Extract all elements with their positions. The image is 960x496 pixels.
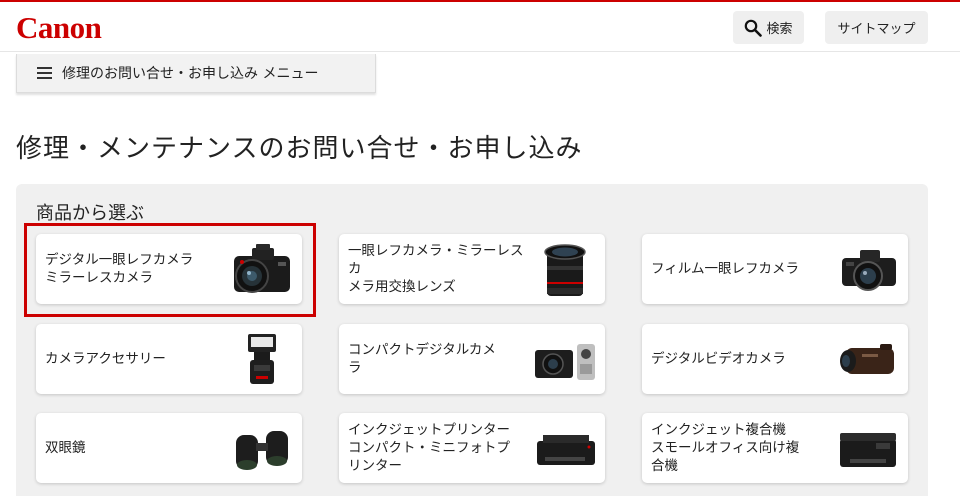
dslr-camera-icon	[230, 242, 294, 298]
film-camera-icon	[836, 242, 900, 298]
binoculars-icon	[230, 421, 294, 477]
product-card-inkjet-multifunction[interactable]: インクジェット複合機 スモールオフィス向け複 合機	[642, 413, 908, 483]
product-card-label: コンパクトデジタルカメ ラ	[348, 342, 496, 376]
multifunction-printer-icon	[836, 421, 900, 477]
search-icon	[745, 19, 763, 37]
product-card-label: フィルム一眼レフカメラ	[651, 261, 799, 277]
repair-menu-label: 修理のお問い合せ・お申し込み メニュー	[62, 66, 319, 82]
section-heading: 商品から選ぶ	[36, 203, 144, 224]
product-card-label: 双眼鏡	[45, 440, 86, 456]
product-card-interchangeable-lens[interactable]: 一眼レフカメラ・ミラーレスカ メラ用交換レンズ	[339, 234, 605, 304]
product-card-label: インクジェット複合機 スモールオフィス向け複 合機	[651, 422, 800, 474]
product-card-film-slr[interactable]: フィルム一眼レフカメラ	[642, 234, 908, 304]
flash-icon	[230, 332, 294, 388]
product-card-label: デジタル一眼レフカメラ ミラーレスカメラ	[45, 252, 194, 286]
hamburger-icon	[37, 67, 52, 79]
product-card-compact-digital[interactable]: コンパクトデジタルカメ ラ	[339, 324, 605, 394]
product-card-inkjet-printer[interactable]: インクジェットプリンター コンパクト・ミニフォトプ リンター	[339, 413, 605, 483]
product-card-label: カメラアクセサリー	[45, 351, 166, 367]
video-camera-icon	[836, 332, 900, 388]
canon-logo[interactable]: Canon	[16, 10, 102, 46]
page-title: 修理・メンテナンスのお問い合せ・お申し込み	[16, 134, 583, 164]
product-card-label: デジタルビデオカメラ	[651, 351, 786, 367]
printer-icon	[533, 421, 597, 477]
lens-icon	[533, 242, 597, 298]
compact-camera-icon	[533, 332, 597, 388]
repair-menu-button[interactable]: 修理のお問い合せ・お申し込み メニュー	[16, 54, 376, 93]
sitemap-button[interactable]: サイトマップ	[825, 11, 928, 44]
product-card-label: インクジェットプリンター コンパクト・ミニフォトプ リンター	[348, 422, 510, 474]
search-button[interactable]: 検索	[733, 11, 804, 44]
product-card-label: 一眼レフカメラ・ミラーレスカ メラ用交換レンズ	[348, 243, 524, 295]
product-card-dslr-mirrorless[interactable]: デジタル一眼レフカメラ ミラーレスカメラ	[36, 234, 302, 304]
product-card-camera-accessories[interactable]: カメラアクセサリー	[36, 324, 302, 394]
search-button-label: 検索	[766, 22, 793, 37]
product-card-binoculars[interactable]: 双眼鏡	[36, 413, 302, 483]
product-card-digital-video[interactable]: デジタルビデオカメラ	[642, 324, 908, 394]
site-header: Canon 検索 サイトマップ	[0, 2, 960, 52]
